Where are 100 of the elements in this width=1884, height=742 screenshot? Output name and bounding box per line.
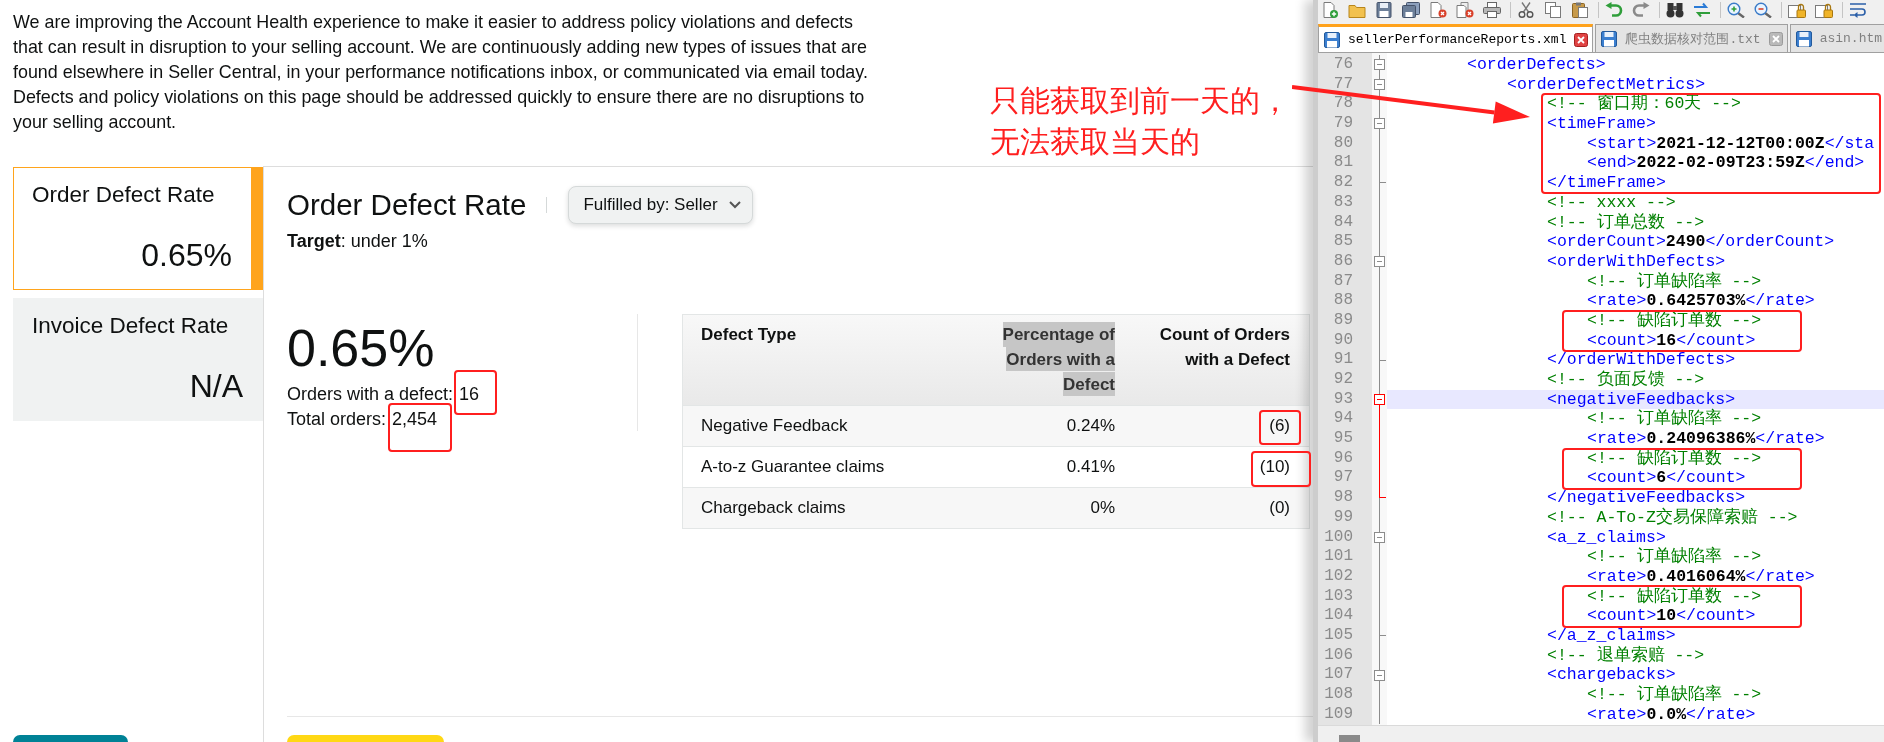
line-number: 104 xyxy=(1324,606,1353,626)
line-number: 85 xyxy=(1333,232,1353,252)
line-number: 102 xyxy=(1324,566,1353,587)
redo-icon[interactable] xyxy=(1632,2,1650,18)
line-number: 103 xyxy=(1324,586,1353,607)
undo-icon[interactable] xyxy=(1605,2,1623,18)
line-number: 80 xyxy=(1333,133,1353,154)
table-cell: A-to-z Guarantee claims xyxy=(701,457,885,477)
annotation-text: 只能获取到前一天的，无法获取当天的 xyxy=(990,82,1291,161)
table-cell: 0.24% xyxy=(1066,416,1115,436)
column-header: Count of Orders with a Defect xyxy=(1158,324,1290,371)
new-file-icon[interactable] xyxy=(1321,2,1339,18)
code-line: </timeFrame> xyxy=(1547,173,1666,193)
collapse-icon[interactable] xyxy=(1374,59,1385,71)
scrollbar-thumb[interactable] xyxy=(1339,735,1360,742)
collapse-icon[interactable] xyxy=(1374,118,1385,130)
line-number: 76 xyxy=(1333,55,1353,75)
code-line: <count>10</count> xyxy=(1587,606,1756,626)
locked-window-icon[interactable] xyxy=(1788,2,1806,18)
code-line: <a_z_claims> xyxy=(1547,527,1666,547)
binoculars-icon[interactable] xyxy=(1666,2,1684,18)
code-line: <!-- 订单缺陷率 --> xyxy=(1587,271,1762,292)
line-number: 91 xyxy=(1333,350,1353,370)
code-line: <end>2022-02-09T23:59Z</end> xyxy=(1587,153,1865,174)
code-line: </orderWithDefects> xyxy=(1547,350,1736,370)
code-line: <!-- xxxx --> xyxy=(1547,192,1676,213)
table-cell: Negative Feedback xyxy=(701,416,848,436)
annotation-frame xyxy=(1251,451,1311,487)
line-number: 105 xyxy=(1324,625,1353,646)
line-number: 109 xyxy=(1324,704,1353,725)
code-line: </negativeFeedbacks> xyxy=(1547,488,1746,508)
partial-button[interactable] xyxy=(13,735,128,742)
code-line: <rate>0.24096386%</rate> xyxy=(1587,429,1825,449)
line-number: 78 xyxy=(1333,94,1353,115)
target-text: Target: under 1% xyxy=(287,230,428,253)
code-line: </a_z_claims> xyxy=(1547,625,1676,646)
line-number: 97 xyxy=(1333,468,1353,489)
code-line: <count>6</count> xyxy=(1587,468,1746,489)
collapse-icon[interactable] xyxy=(1374,394,1385,406)
table-cell: (6) xyxy=(1269,416,1290,436)
line-number: 83 xyxy=(1333,192,1353,213)
scrollbar[interactable] xyxy=(1318,725,1884,742)
metric-tab[interactable]: Order Defect Rate 0.65% xyxy=(13,167,263,290)
code-line: <!-- 缺陷订单数 --> xyxy=(1587,310,1762,331)
code-line: <orderWithDefects> xyxy=(1547,251,1726,271)
line-number: 84 xyxy=(1333,212,1353,233)
collapse-icon[interactable] xyxy=(1374,79,1385,91)
collapse-icon[interactable] xyxy=(1374,256,1385,268)
code-line: <rate>0.6425703%</rate> xyxy=(1587,291,1815,311)
floppy-disks-icon[interactable] xyxy=(1402,2,1420,18)
filter-dropdown[interactable]: Fulfilled by: Seller xyxy=(568,186,753,224)
metric-tab[interactable]: Invoice Defect Rate N/A xyxy=(13,298,263,421)
line-number: 92 xyxy=(1333,370,1353,390)
code-line: <!-- A-To-Z交易保障索赔 --> xyxy=(1547,507,1798,528)
page-title: Order Defect Rate xyxy=(287,187,527,223)
line-number: 90 xyxy=(1333,330,1353,351)
code-line: <start>2021-12-12T00:00Z</sta xyxy=(1587,133,1875,154)
line-number: 106 xyxy=(1324,645,1353,666)
clipboard-icon[interactable] xyxy=(1571,2,1589,18)
table-cell: Chargeback claims xyxy=(701,498,846,518)
code-line: <!-- 退单索赔 --> xyxy=(1547,645,1705,666)
stat-label: Total orders: xyxy=(287,407,387,431)
line-number: 107 xyxy=(1324,665,1353,685)
table-cell: (0) xyxy=(1269,498,1290,518)
code-line: <!-- 窗口期：60天 --> xyxy=(1547,94,1741,115)
collapse-icon[interactable] xyxy=(1374,531,1385,543)
folder-icon[interactable] xyxy=(1348,2,1366,18)
close-icon[interactable] xyxy=(1574,32,1589,47)
code-line: <chargebacks> xyxy=(1547,665,1676,685)
code-line: <!-- 订单缺陷率 --> xyxy=(1587,685,1762,705)
code-line: <!-- 订单缺陷率 --> xyxy=(1587,409,1762,430)
zoom-in-icon[interactable] xyxy=(1727,2,1745,18)
line-number: 98 xyxy=(1333,488,1353,508)
file-tab[interactable]: sellerPerformanceReports.xml xyxy=(1318,24,1594,52)
close-files-icon[interactable] xyxy=(1456,2,1474,18)
zoom-out-icon[interactable] xyxy=(1754,2,1772,18)
line-number: 96 xyxy=(1333,448,1353,469)
table-cell: 0.41% xyxy=(1066,457,1115,477)
table-cell: 0% xyxy=(1090,498,1115,518)
stat-value: 2,454 xyxy=(392,407,438,431)
code-line: <negativeFeedbacks> xyxy=(1547,389,1736,409)
line-number: 101 xyxy=(1324,547,1353,567)
line-number: 99 xyxy=(1333,507,1353,528)
wrap-lines-icon[interactable] xyxy=(1849,2,1867,18)
line-number: 79 xyxy=(1333,114,1353,134)
code-line: <!-- 订单总数 --> xyxy=(1547,212,1705,233)
line-number: 77 xyxy=(1333,74,1353,95)
code-line: <rate>0.4016064%</rate> xyxy=(1587,566,1815,587)
code-line: <count>16</count> xyxy=(1587,330,1756,351)
close-file-icon[interactable] xyxy=(1429,2,1447,18)
code-line: <!-- 负面反馈 --> xyxy=(1547,370,1705,390)
copy-icon[interactable] xyxy=(1544,2,1562,18)
scissors-icon[interactable] xyxy=(1517,2,1535,18)
printer-icon[interactable] xyxy=(1483,2,1501,18)
collapse-icon[interactable] xyxy=(1374,669,1385,681)
locked-window-icon[interactable] xyxy=(1815,2,1833,18)
code-line: <!-- 缺陷订单数 --> xyxy=(1587,448,1762,469)
line-number: 82 xyxy=(1333,173,1353,193)
intro-text: We are improving the Account Health experience to make it easier to address policy violations and defects that can result in disruption to your selling account. We are continuously adding new types of issues that are found elsewhere in Seller Central, in your performance notifications inbox, or communicated via email today. Defects and policy violations on this page should be addressed quickly to ensure there are no disruptions to your selling account. xyxy=(13,11,869,134)
stat-label: Orders with a defect: xyxy=(287,382,454,406)
